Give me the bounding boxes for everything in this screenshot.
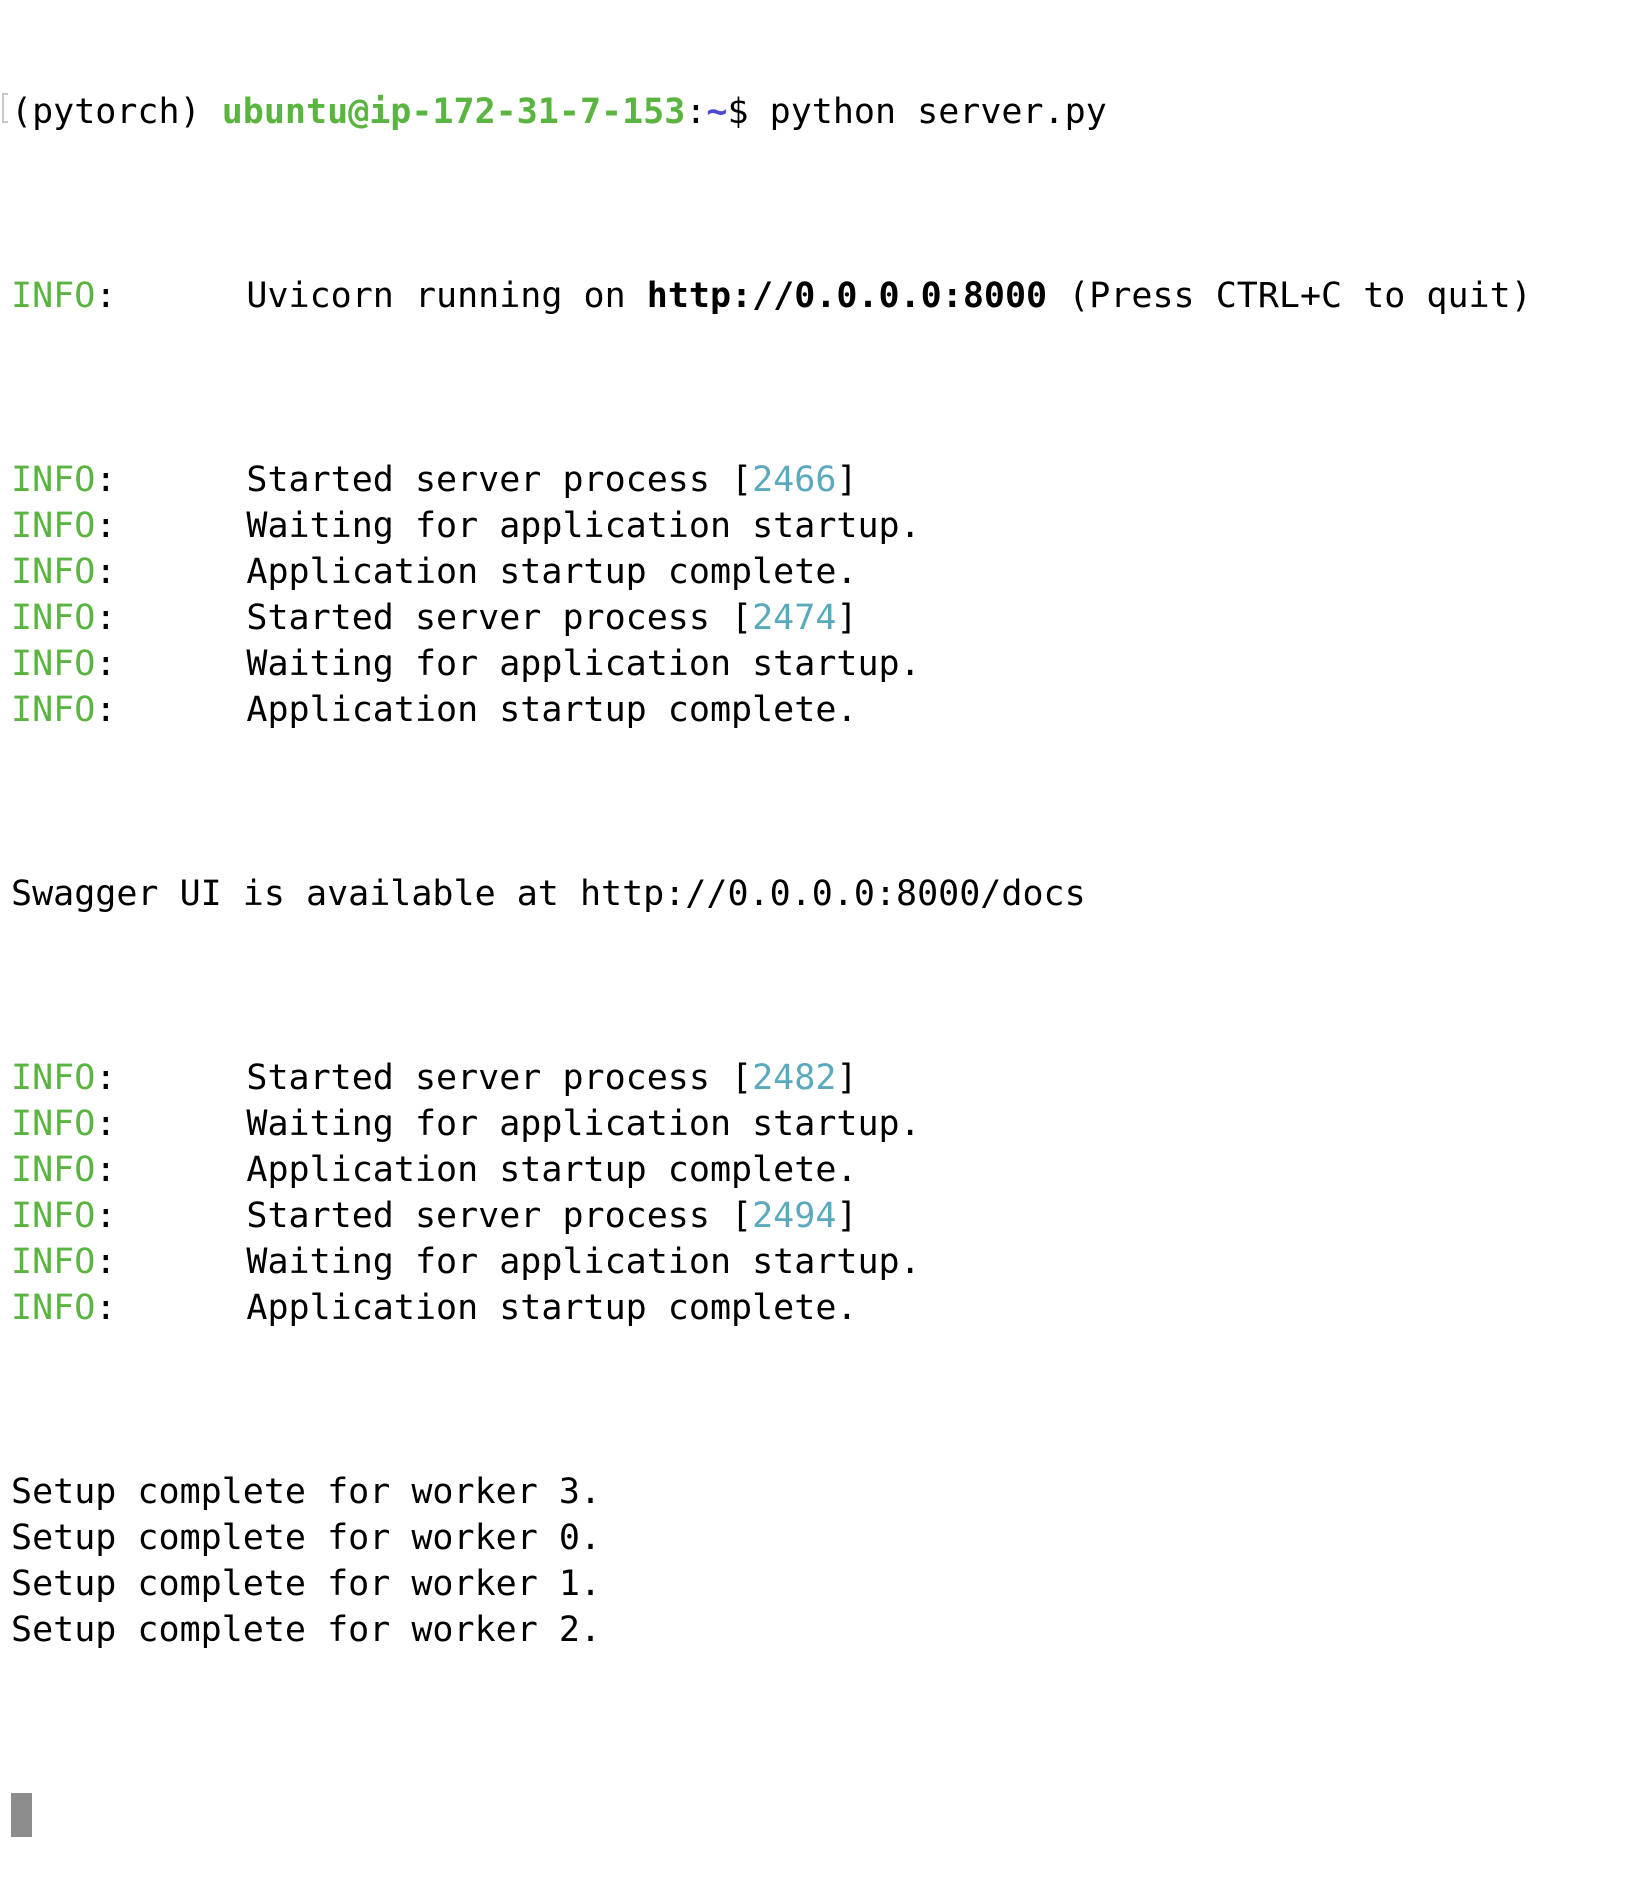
setup-line: Setup complete for worker 3. [11, 1472, 602, 1512]
log-line: INFO: Waiting for application startup. [11, 641, 1642, 687]
log-message: Started server process [ [246, 460, 753, 500]
log-colon: : [95, 1058, 117, 1098]
log-colon: : [95, 1150, 117, 1190]
log-line: INFO: Application startup complete. [11, 1285, 1642, 1331]
log-line: INFO: Started server process [2482] [11, 1055, 1642, 1101]
log-line: INFO: Application startup complete. [11, 549, 1642, 595]
log-message: Started server process [ [246, 1058, 753, 1098]
log-level: INFO [11, 1288, 96, 1328]
process-id: 2494 [752, 1196, 837, 1236]
log-line: INFO: Application startup complete. [11, 1147, 1642, 1193]
prompt-colon: : [685, 92, 707, 132]
swagger-line: Swagger UI is available at http://0.0.0.… [11, 874, 1086, 914]
prompt-line: (pytorch) ubuntu@ip-172-31-7-153:~$ pyth… [2, 89, 1642, 135]
log-level: INFO [11, 1104, 96, 1144]
log-colon: : [95, 1288, 117, 1328]
log-level: INFO [11, 276, 96, 316]
log-line: INFO: Waiting for application startup. [11, 503, 1642, 549]
log-message: Application startup complete. [246, 1288, 858, 1328]
process-id: 2466 [752, 460, 837, 500]
log-line-uvicorn: INFO: Uvicorn running on http://0.0.0.0:8… [11, 273, 1642, 319]
log-line: INFO: Started server process [2494] [11, 1193, 1642, 1239]
log-message: Waiting for application startup. [246, 1104, 921, 1144]
prompt-env: (pytorch) [11, 92, 222, 132]
cursor-line [11, 1791, 1642, 1837]
log-message: Application startup complete. [246, 690, 858, 730]
log-level: INFO [11, 1058, 96, 1098]
prompt-symbol: $ [727, 92, 770, 132]
process-id: 2482 [752, 1058, 837, 1098]
log-colon: : [95, 552, 117, 592]
log-level: INFO [11, 506, 96, 546]
log-colon: : [95, 690, 117, 730]
log-line: INFO: Waiting for application startup. [11, 1101, 1642, 1147]
log-colon: : [95, 1196, 117, 1236]
process-id: 2474 [752, 598, 837, 638]
log-level: INFO [11, 1150, 96, 1190]
prompt-command: python server.py [769, 92, 1107, 132]
prompt-path: ~ [706, 92, 728, 132]
log-level: INFO [11, 1242, 96, 1282]
log-colon: : [95, 598, 117, 638]
log-line: INFO: Started server process [2474] [11, 595, 1642, 641]
setup-line: Setup complete for worker 0. [11, 1518, 602, 1558]
log-level: INFO [11, 690, 96, 730]
log-message: Application startup complete. [246, 552, 858, 592]
mark-bracket-icon [2, 93, 8, 123]
log-line: INFO: Waiting for application startup. [11, 1239, 1642, 1285]
log-message: Waiting for application startup. [246, 506, 921, 546]
log-message-suffix: ] [836, 1196, 858, 1236]
log-message-suffix: (Press CTRL+C to quit) [1047, 276, 1532, 316]
log-message: Started server process [ [246, 598, 753, 638]
log-message: Uvicorn running on [246, 276, 647, 316]
log-level: INFO [11, 460, 96, 500]
log-colon: : [95, 644, 117, 684]
log-level: INFO [11, 552, 96, 592]
log-message: Waiting for application startup. [246, 644, 921, 684]
server-url: http://0.0.0.0:8000 [646, 276, 1048, 316]
log-message-suffix: ] [836, 598, 858, 638]
terminal-window[interactable]: (pytorch) ubuntu@ip-172-31-7-153:~$ pyth… [0, 0, 1642, 1837]
setup-line: Setup complete for worker 2. [11, 1610, 602, 1650]
log-colon: : [95, 1104, 117, 1144]
log-colon: : [95, 1242, 117, 1282]
log-colon: : [95, 506, 117, 546]
log-colon: : [95, 460, 117, 500]
log-message: Waiting for application startup. [246, 1242, 921, 1282]
log-line: INFO: Application startup complete. [11, 687, 1642, 733]
log-message-suffix: ] [836, 1058, 858, 1098]
prompt-user-host: ubuntu@ip-172-31-7-153 [221, 92, 686, 132]
log-level: INFO [11, 644, 96, 684]
terminal-cursor [11, 1793, 32, 1837]
log-line: INFO: Started server process [2466] [11, 457, 1642, 503]
log-message: Started server process [ [246, 1196, 753, 1236]
setup-line: Setup complete for worker 1. [11, 1564, 602, 1604]
log-colon: : [95, 276, 117, 316]
log-message-suffix: ] [836, 460, 858, 500]
log-message: Application startup complete. [246, 1150, 858, 1190]
log-level: INFO [11, 1196, 96, 1236]
log-level: INFO [11, 598, 96, 638]
